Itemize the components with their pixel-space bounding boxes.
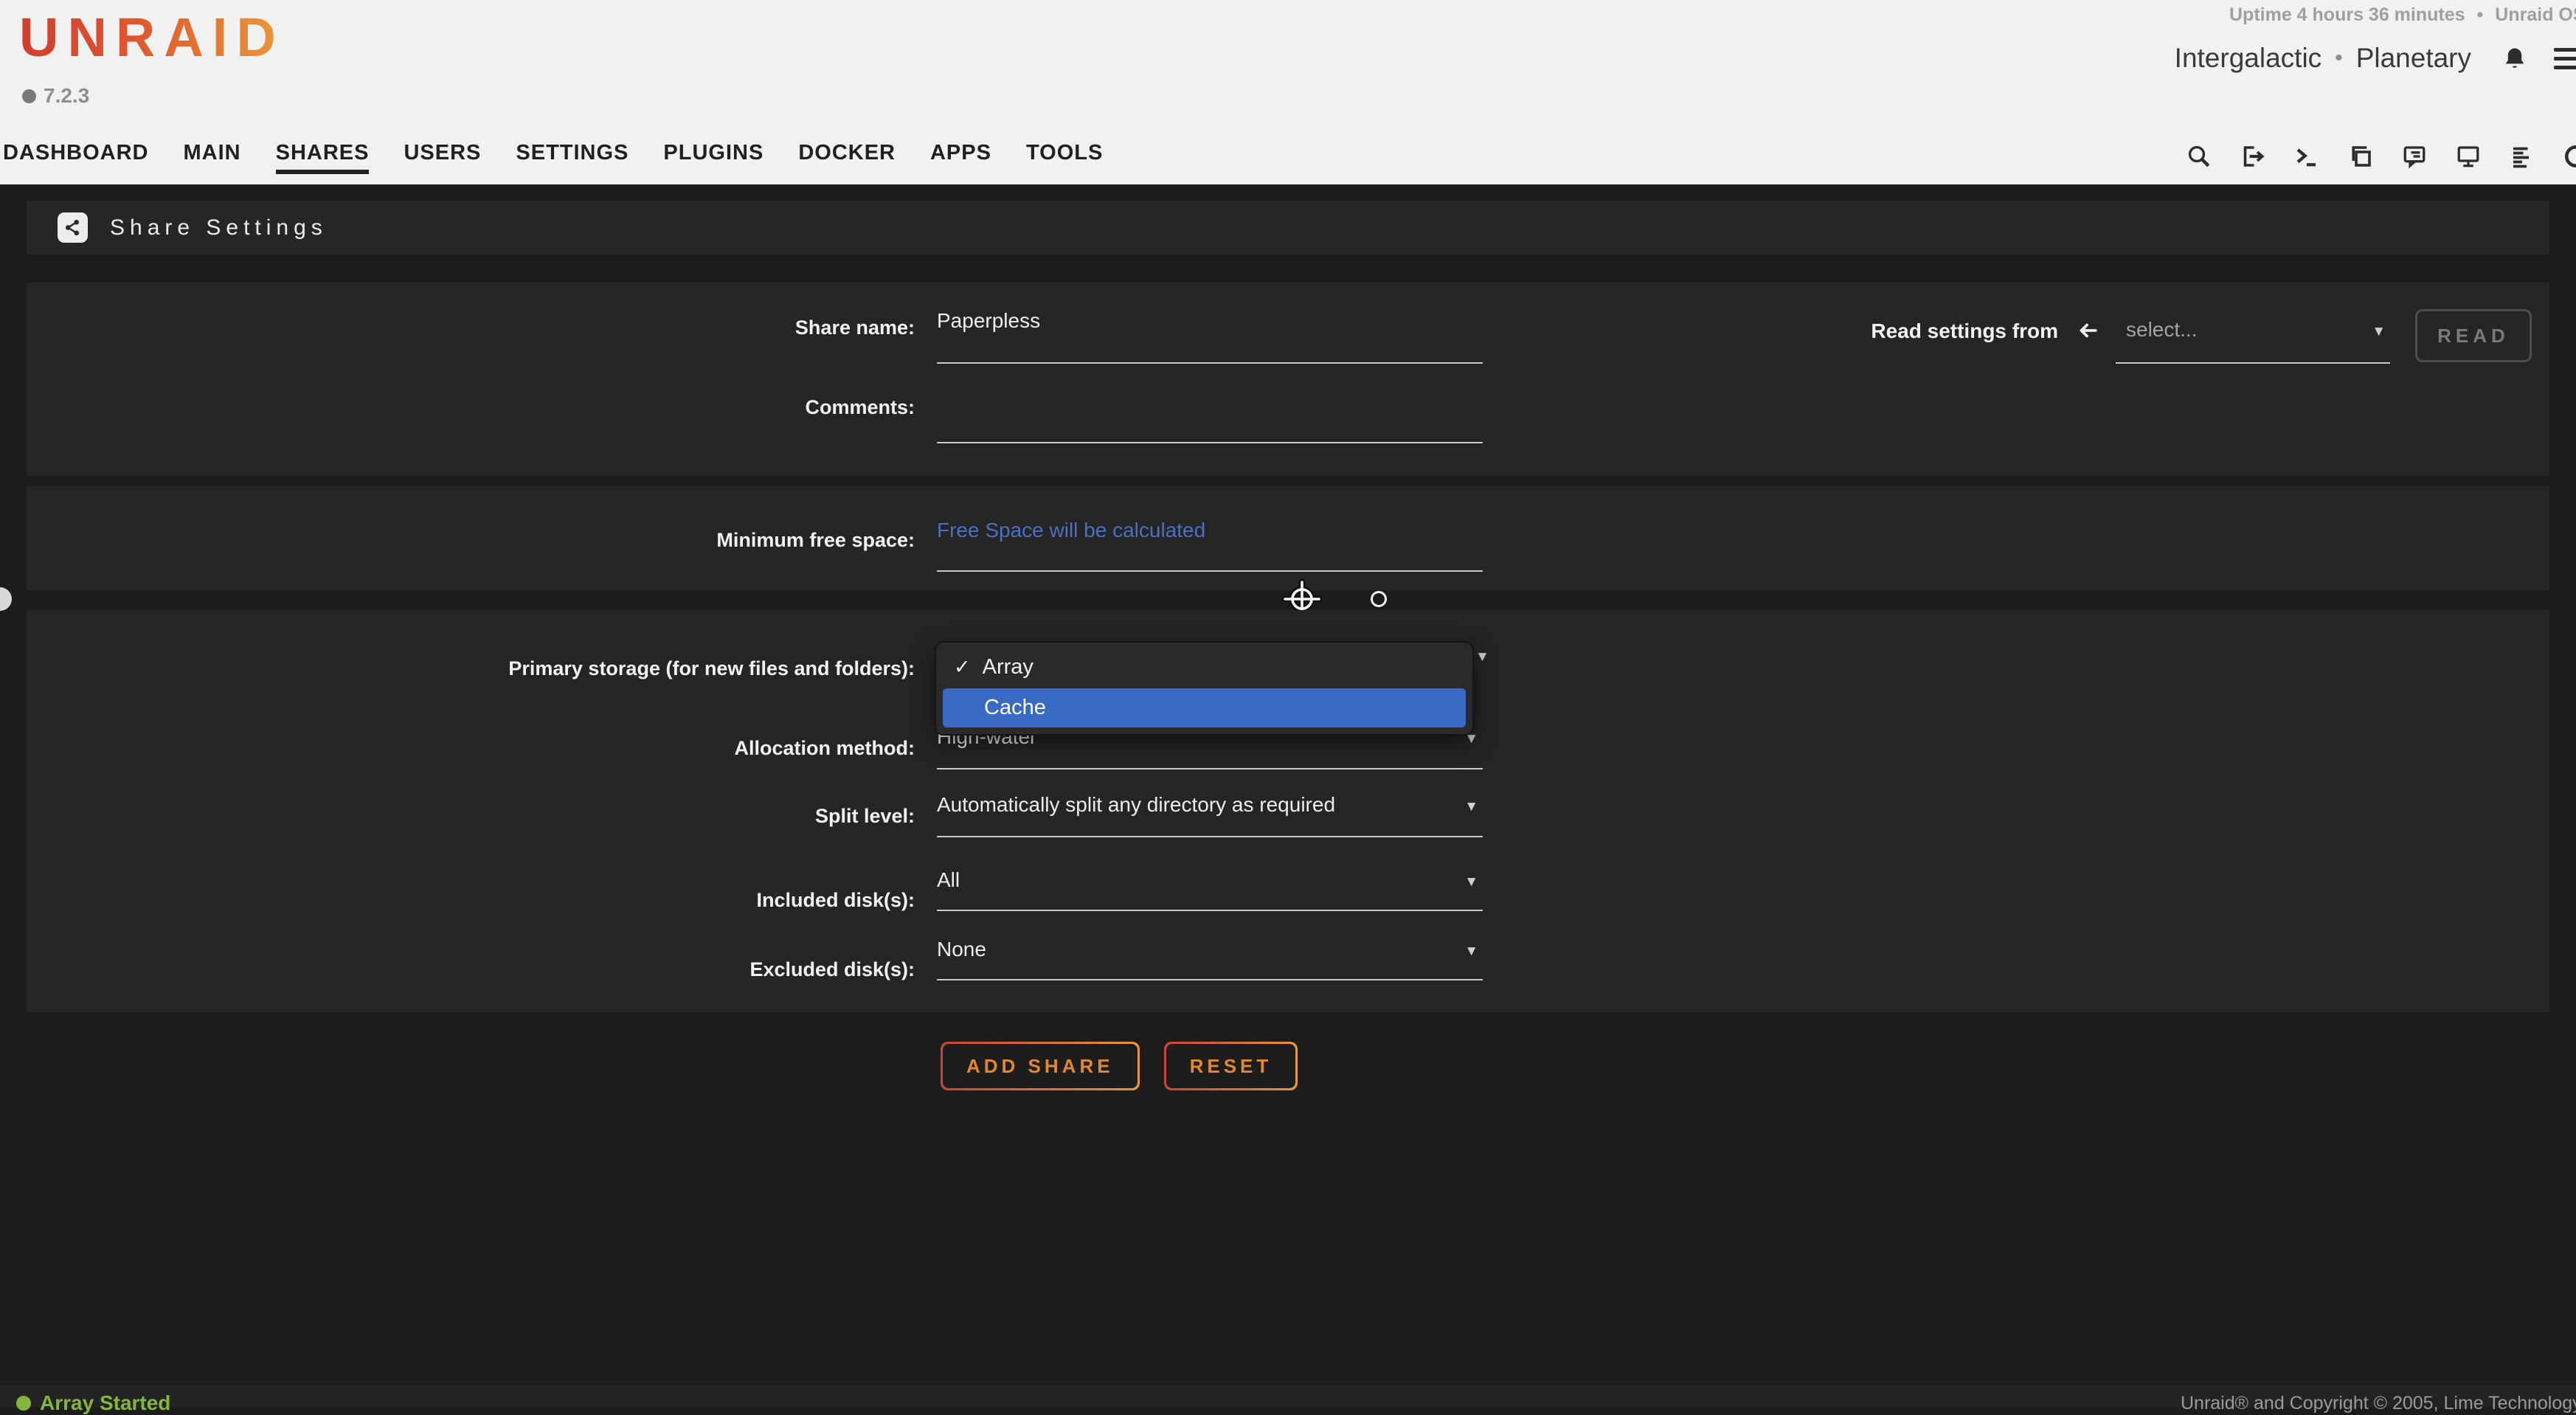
split-level-select[interactable]: Automatically split any directory as req… — [937, 793, 1483, 837]
copyright: Unraid® and Copyright © 2005, Lime Techn… — [2181, 1393, 2576, 1414]
nav-tools[interactable]: TOOLS — [1026, 141, 1103, 174]
chevron-down-icon: ▼ — [1464, 874, 1478, 890]
share-name-input[interactable] — [937, 309, 1483, 333]
toolbar — [2186, 134, 2576, 179]
bell-icon[interactable] — [2502, 45, 2527, 72]
excluded-disks-select[interactable]: None ▼ — [937, 933, 1483, 980]
split-level-label: Split level: — [27, 805, 915, 828]
read-settings-label: Read settings from — [1871, 309, 2058, 343]
footer: Array Started Unraid® and Copyright © 20… — [0, 1385, 2576, 1408]
server-description: Planetary — [2356, 43, 2471, 74]
section-share-name: Share name: Read settings from select...… — [27, 283, 2549, 476]
share-icon — [58, 212, 88, 243]
unraid-logo[interactable]: UNRAID — [19, 6, 285, 69]
dropdown-option-label: Array — [983, 655, 1033, 679]
header: UNRAID 7.2.3 Uptime 4 hours 36 minutes •… — [0, 0, 2576, 184]
version-label: 7.2.3 — [44, 84, 89, 108]
server-name[interactable]: Intergalactic — [2175, 43, 2322, 74]
separator-dot: • — [2477, 4, 2484, 26]
minimum-free-space-label: Minimum free space: — [27, 529, 915, 552]
server-line: Intergalactic • Planetary — [2175, 43, 2576, 74]
page-title: Share Settings — [110, 215, 328, 241]
nav-users[interactable]: USERS — [404, 141, 481, 174]
read-button[interactable]: READ — [2415, 309, 2532, 362]
arrow-left-icon — [2074, 309, 2099, 347]
share-name-label: Share name: — [27, 316, 915, 339]
version-badge: 7.2.3 — [22, 84, 89, 108]
nav-apps[interactable]: APPS — [930, 141, 991, 174]
minimum-free-space-field — [937, 519, 1483, 572]
array-status[interactable]: Array Started — [16, 1391, 170, 1415]
feedback-icon[interactable] — [2401, 143, 2428, 170]
nav-docker[interactable]: DOCKER — [798, 141, 896, 174]
copyright-text: Unraid® and Copyright © 2005, Lime Techn… — [2181, 1393, 2576, 1414]
primary-storage-dropdown: ✓ Array Cache — [935, 641, 1474, 736]
os-edition: Unraid OS Starter — [2495, 4, 2576, 26]
dropdown-option-label: Cache — [984, 696, 1046, 720]
chevron-down-icon: ▼ — [1464, 944, 1478, 960]
split-level-value: Automatically split any directory as req… — [937, 793, 1335, 816]
monitor-icon[interactable] — [2455, 143, 2482, 170]
nav-main[interactable]: MAIN — [184, 141, 241, 174]
add-share-button[interactable]: ADD SHARE — [941, 1042, 1140, 1090]
check-icon: ✓ — [954, 656, 971, 679]
included-disks-label: Included disk(s): — [27, 889, 915, 912]
form-actions: ADD SHARE RESET — [941, 1042, 1298, 1090]
chevron-down-icon: ▼ — [1464, 799, 1478, 815]
minimum-free-space-input[interactable] — [937, 519, 1483, 542]
status-line: Uptime 4 hours 36 minutes • Unraid OS St… — [2229, 4, 2576, 26]
sign-out-icon[interactable] — [2240, 143, 2266, 170]
dropdown-option-cache[interactable]: Cache — [943, 688, 1466, 727]
dropdown-option-array[interactable]: ✓ Array — [936, 647, 1472, 687]
uptime-label: Uptime 4 hours 36 minutes — [2229, 4, 2465, 26]
chevron-down-icon: ▼ — [2372, 324, 2386, 340]
excluded-disks-value: None — [937, 933, 986, 961]
comments-input[interactable] — [937, 389, 1483, 412]
nav-settings[interactable]: SETTINGS — [516, 141, 629, 174]
nav-plugins[interactable]: PLUGINS — [663, 141, 764, 174]
nav-dashboard[interactable]: DASHBOARD — [3, 141, 149, 174]
version-dot-icon — [22, 89, 36, 103]
read-settings-select[interactable]: select... ▼ — [2116, 309, 2390, 364]
menu-icon[interactable] — [2554, 48, 2576, 69]
comments-field — [937, 389, 1483, 443]
array-status-label: Array Started — [40, 1391, 170, 1415]
section-free-space: Minimum free space: — [27, 486, 2549, 590]
copy-icon[interactable] — [2347, 143, 2374, 170]
cursor-dot — [1371, 591, 1387, 607]
allocation-method-label: Allocation method: — [27, 737, 915, 760]
nav-shares[interactable]: SHARES — [276, 141, 370, 174]
chevron-down-icon: ▼ — [1475, 649, 1489, 665]
separator-dot: • — [2335, 46, 2343, 71]
comments-label: Comments: — [27, 396, 915, 419]
page-title-bar: Share Settings — [27, 201, 2549, 255]
share-name-field — [937, 309, 1483, 364]
included-disks-select[interactable]: All ▼ — [937, 864, 1483, 911]
main-nav: DASHBOARD MAIN SHARES USERS SETTINGS PLU… — [3, 136, 1103, 179]
primary-storage-label: Primary storage (for new files and folde… — [27, 657, 915, 680]
log-icon[interactable] — [2509, 143, 2535, 170]
reset-button[interactable]: RESET — [1164, 1042, 1298, 1090]
terminal-icon[interactable] — [2293, 143, 2320, 170]
read-settings-group: Read settings from select... ▼ READ — [1871, 309, 2532, 364]
status-dot-icon — [16, 1396, 31, 1411]
read-settings-select-value: select... — [2126, 318, 2197, 342]
search-icon[interactable] — [2186, 143, 2212, 170]
included-disks-value: All — [937, 864, 960, 892]
profile-icon[interactable] — [2563, 143, 2576, 170]
excluded-disks-label: Excluded disk(s): — [27, 958, 915, 981]
edge-handle[interactable] — [0, 587, 12, 611]
